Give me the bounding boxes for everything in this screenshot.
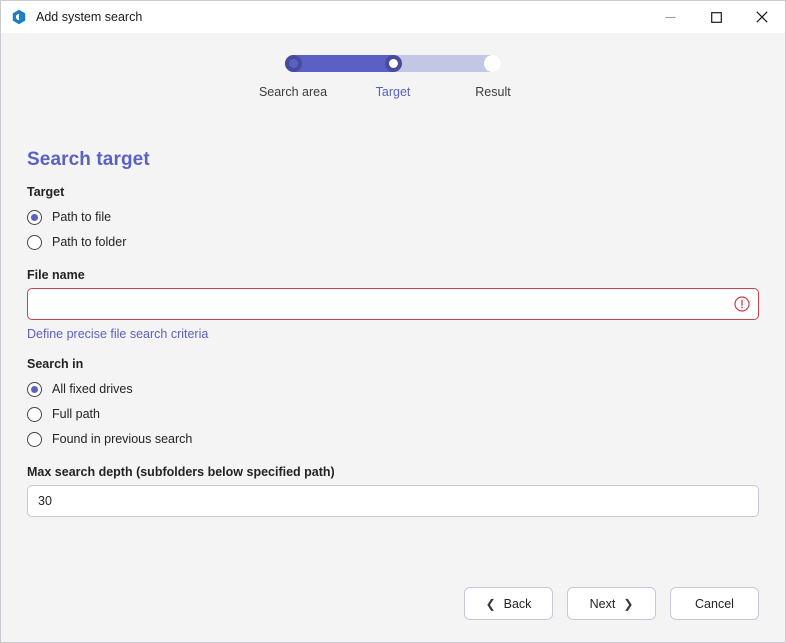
next-button[interactable]: Next ❯: [567, 587, 656, 620]
define-criteria-link[interactable]: Define precise file search criteria: [27, 327, 208, 341]
radio-found-in-previous-search[interactable]: Found in previous search: [27, 427, 759, 451]
radio-indicator-found-in-previous-search[interactable]: [27, 431, 42, 447]
file-name-input[interactable]: [27, 288, 759, 320]
dialog-footer: ❮ Back Next ❯ Cancel: [464, 587, 759, 620]
cancel-button-label: Cancel: [695, 596, 734, 611]
maximize-button[interactable]: [693, 1, 739, 33]
search-target-form: Search target Target Path to file Path t…: [27, 149, 759, 517]
stepper-inner: Search area Target Result: [259, 55, 511, 103]
page-title: Search target: [27, 149, 150, 170]
error-exclamation-icon: [734, 296, 750, 312]
title-bar: Add system search: [1, 1, 785, 33]
radio-path-to-file[interactable]: Path to file: [27, 205, 759, 229]
file-name-field-wrap: [27, 288, 759, 320]
window-controls: [647, 1, 785, 33]
target-radio-group: Path to file Path to folder: [27, 205, 759, 254]
stepper-node-result[interactable]: [484, 55, 501, 72]
radio-label-path-to-folder: Path to folder: [52, 235, 127, 249]
stepper-label-result: Result: [475, 85, 511, 99]
wizard-stepper: Search area Target Result: [1, 55, 785, 103]
radio-all-fixed-drives[interactable]: All fixed drives: [27, 377, 759, 401]
stepper-label-search-area: Search area: [258, 85, 328, 99]
radio-path-to-folder[interactable]: Path to folder: [27, 230, 759, 254]
app-logo-icon: [12, 9, 26, 25]
close-button[interactable]: [739, 1, 785, 33]
max-depth-input[interactable]: [27, 485, 759, 517]
back-button-label: Back: [503, 596, 532, 611]
dialog-window: Add system search Search area Target Res…: [0, 0, 786, 643]
minimize-button[interactable]: [647, 1, 693, 33]
radio-full-path[interactable]: Full path: [27, 402, 759, 426]
window-title: Add system search: [36, 10, 143, 24]
stepper-label-target: Target: [375, 85, 411, 99]
search-in-radio-group: All fixed drives Full path Found in prev…: [27, 377, 759, 451]
radio-indicator-path-to-folder[interactable]: [27, 234, 42, 250]
radio-indicator-full-path[interactable]: [27, 406, 42, 422]
radio-label-full-path: Full path: [52, 407, 100, 421]
radio-label-found-in-previous-search: Found in previous search: [52, 432, 193, 446]
search-in-group-label: Search in: [27, 357, 84, 371]
maximize-icon: [710, 11, 722, 23]
back-button[interactable]: ❮ Back: [464, 587, 553, 620]
radio-indicator-path-to-file[interactable]: [27, 209, 42, 225]
target-group-label: Target: [27, 185, 65, 199]
minimize-icon: [665, 16, 675, 18]
close-icon: [756, 11, 768, 23]
max-depth-label: Max search depth (subfolders below speci…: [27, 465, 335, 479]
file-name-label: File name: [27, 268, 85, 282]
title-bar-left: Add system search: [1, 9, 647, 25]
cancel-button[interactable]: Cancel: [670, 587, 759, 620]
stepper-node-search-area[interactable]: [285, 55, 302, 72]
radio-label-path-to-file: Path to file: [52, 210, 112, 224]
chevron-left-icon: ❮: [485, 596, 496, 611]
dialog-body: Search area Target Result Search target …: [1, 33, 785, 642]
radio-label-all-fixed-drives: All fixed drives: [52, 382, 133, 396]
radio-indicator-all-fixed-drives[interactable]: [27, 381, 42, 397]
chevron-right-icon: ❯: [623, 596, 634, 611]
stepper-node-target[interactable]: [384, 55, 402, 72]
stepper-labels: Search area Target Result: [259, 85, 511, 103]
next-button-label: Next: [589, 596, 616, 611]
